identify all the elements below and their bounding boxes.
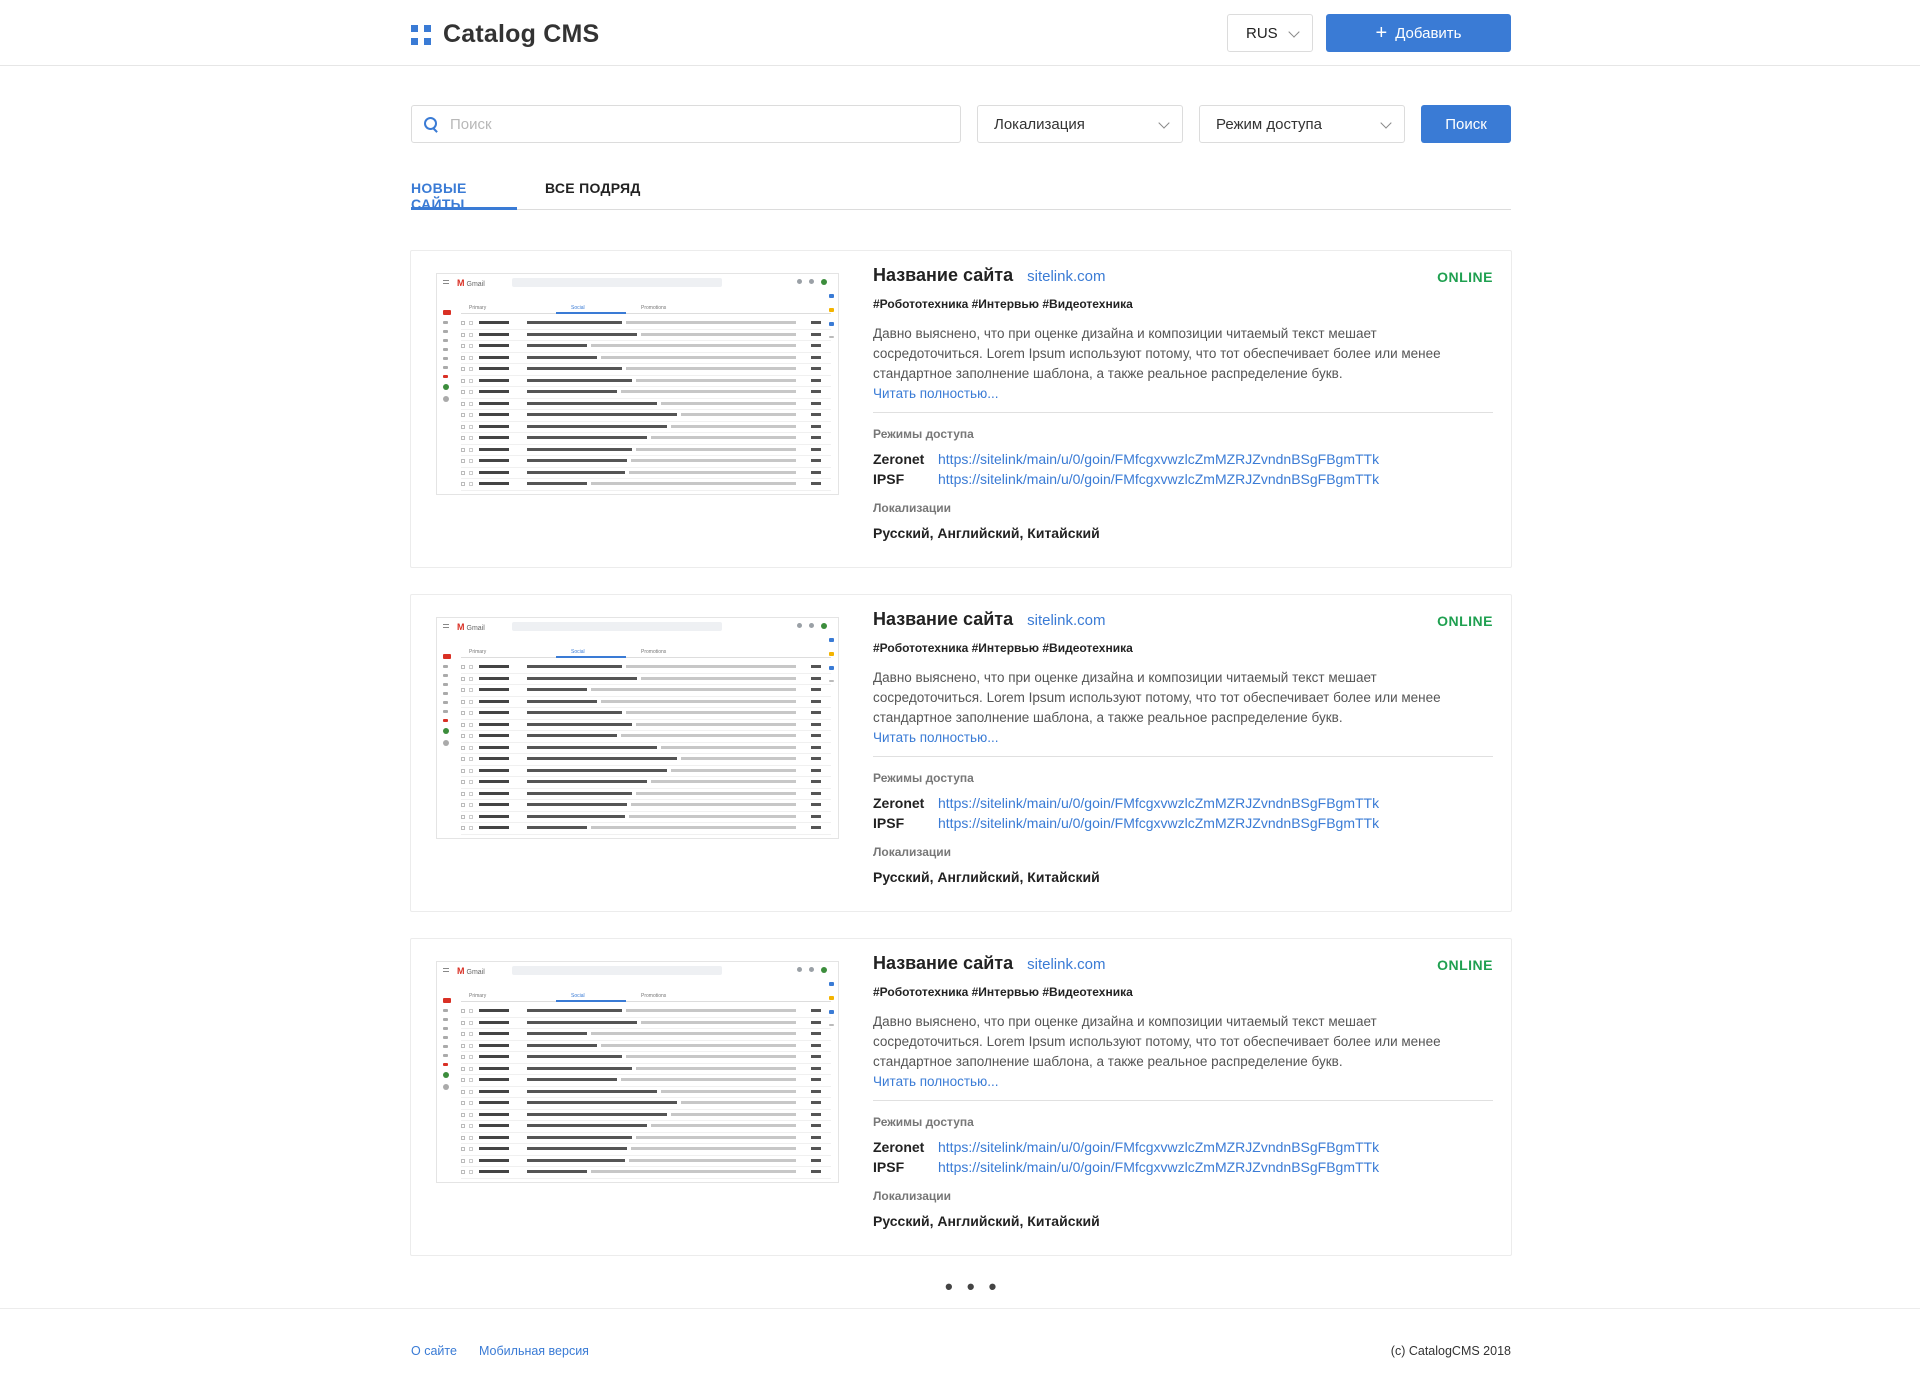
site-link[interactable]: sitelink.com (1027, 612, 1105, 629)
site-tags[interactable]: #Робототехника #Интервью #Видеотехника (873, 297, 1493, 311)
site-description: Давно выяснено, что при оценке дизайна и… (873, 1014, 1441, 1069)
access-row-zeronet: Zeronet https://sitelink/main/u/0/goin/FM… (873, 795, 1493, 811)
access-url[interactable]: https://sitelink/main/u/0/goin/FMfcgxvwz… (938, 471, 1379, 487)
status-badge: ONLINE (1437, 613, 1493, 629)
site-card: M Gmail Primary Social Promotions Название са… (410, 938, 1512, 1256)
site-card: M Gmail Primary Social Promotions Название са… (410, 250, 1512, 568)
access-modes-label: Режимы доступа (873, 427, 974, 441)
site-tags[interactable]: #Робототехника #Интервью #Видеотехника (873, 985, 1493, 999)
language-value: RUS (1246, 24, 1278, 42)
status-badge: ONLINE (1437, 269, 1493, 285)
site-title[interactable]: Название сайта (873, 953, 1013, 974)
card-body: Название сайта sitelink.com ONLINE #Роботот… (873, 265, 1493, 541)
localizations-label: Локализации (873, 845, 952, 859)
logo[interactable]: Catalog CMS (411, 20, 599, 49)
site-description: Давно выяснено, что при оценке дизайна и… (873, 326, 1441, 381)
site-screenshot-thumbnail[interactable]: M Gmail Primary Social Promotions (436, 617, 839, 839)
access-row-ipsf: IPSF https://sitelink/main/u/0/goin/FMfcg… (873, 471, 1493, 487)
access-row-zeronet: Zeronet https://sitelink/main/u/0/goin/FM… (873, 1139, 1493, 1155)
search-icon (424, 117, 438, 131)
localization-select-label: Локализация (994, 115, 1085, 133)
logo-text: Catalog CMS (443, 20, 600, 48)
access-url[interactable]: https://sitelink/main/u/0/goin/FMfcgxvwz… (938, 451, 1379, 467)
site-description: Давно выяснено, что при оценке дизайна и… (873, 670, 1441, 725)
tab-bar: НОВЫЕ САЙТЫ ВСЕ ПОДРЯД (411, 178, 1511, 212)
search-button[interactable]: Поиск (1421, 105, 1511, 143)
copyright: (c) CatalogCMS 2018 (1390, 1344, 1511, 1358)
access-name: IPSF (873, 1159, 905, 1175)
access-name: IPSF (873, 815, 905, 831)
site-link[interactable]: sitelink.com (1027, 268, 1105, 285)
chevron-down-icon (1158, 117, 1170, 129)
access-row-zeronet: Zeronet https://sitelink/main/u/0/goin/FM… (873, 451, 1493, 467)
card-title-row: Название сайта sitelink.com ONLINE (873, 609, 1493, 637)
divider (873, 756, 1493, 757)
access-mode-select-label: Режим доступа (1216, 115, 1323, 133)
language-select[interactable]: RUS (1227, 14, 1313, 52)
site-screenshot-thumbnail[interactable]: M Gmail Primary Social Promotions (436, 273, 839, 495)
localizations-label: Локализации (873, 501, 952, 515)
chevron-down-icon (1288, 26, 1300, 38)
footer-link-about[interactable]: О сайте (411, 1344, 457, 1358)
chevron-down-icon (1380, 117, 1392, 129)
access-name: Zeronet (873, 1139, 925, 1155)
footer-link-mobile[interactable]: Мобильная версия (479, 1344, 589, 1358)
access-url[interactable]: https://sitelink/main/u/0/goin/FMfcgxvwz… (938, 815, 1379, 831)
localization-select[interactable]: Локализация (977, 105, 1183, 143)
localizations-label: Локализации (873, 1189, 952, 1203)
add-button-label: Добавить (1395, 24, 1462, 42)
access-modes-label: Режимы доступа (873, 1115, 974, 1129)
tab-all[interactable]: ВСЕ ПОДРЯД (545, 180, 641, 210)
access-url[interactable]: https://sitelink/main/u/0/goin/FMfcgxvwz… (938, 1139, 1379, 1155)
access-url[interactable]: https://sitelink/main/u/0/goin/FMfcgxvwz… (938, 1159, 1379, 1175)
card-title-row: Название сайта sitelink.com ONLINE (873, 953, 1493, 981)
access-row-ipsf: IPSF https://sitelink/main/u/0/goin/FMfcg… (873, 1159, 1493, 1175)
access-row-ipsf: IPSF https://sitelink/main/u/0/goin/FMfcg… (873, 815, 1493, 831)
site-screenshot-thumbnail[interactable]: M Gmail Primary Social Promotions (436, 961, 839, 1183)
read-more-link[interactable]: Читать полностью... (873, 1072, 1493, 1092)
card-body: Название сайта sitelink.com ONLINE #Роботот… (873, 609, 1493, 885)
site-languages: Русский, Английский, Китайский (873, 869, 1100, 885)
read-more-link[interactable]: Читать полностью... (873, 384, 1493, 404)
site-languages: Русский, Английский, Китайский (873, 525, 1100, 541)
read-more-link[interactable]: Читать полностью... (873, 728, 1493, 748)
search-input[interactable] (450, 115, 960, 133)
access-name: Zeronet (873, 451, 925, 467)
site-languages: Русский, Английский, Китайский (873, 1213, 1100, 1229)
more-dots[interactable]: • • • (945, 1274, 1000, 1300)
access-url[interactable]: https://sitelink/main/u/0/goin/FMfcgxvwz… (938, 795, 1379, 811)
access-mode-select[interactable]: Режим доступа (1199, 105, 1405, 143)
status-badge: ONLINE (1437, 957, 1493, 973)
top-header: Catalog CMS RUS + Добавить (0, 0, 1920, 66)
search-box (411, 105, 961, 143)
site-tags[interactable]: #Робототехника #Интервью #Видеотехника (873, 641, 1493, 655)
site-title[interactable]: Название сайта (873, 265, 1013, 286)
footer: О сайте Мобильная версия (c) CatalogCMS … (0, 1308, 1920, 1378)
tab-new-sites[interactable]: НОВЫЕ САЙТЫ (411, 180, 517, 212)
access-modes-label: Режимы доступа (873, 771, 974, 785)
card-body: Название сайта sitelink.com ONLINE #Роботот… (873, 953, 1493, 1229)
grid-dots-icon (411, 24, 431, 45)
site-link[interactable]: sitelink.com (1027, 956, 1105, 973)
card-title-row: Название сайта sitelink.com ONLINE (873, 265, 1493, 293)
plus-icon: + (1375, 22, 1388, 44)
site-card: M Gmail Primary Social Promotions Название са… (410, 594, 1512, 912)
add-button[interactable]: + Добавить (1326, 14, 1511, 52)
divider (873, 412, 1493, 413)
divider (873, 1100, 1493, 1101)
access-name: Zeronet (873, 795, 925, 811)
access-name: IPSF (873, 471, 905, 487)
site-title[interactable]: Название сайта (873, 609, 1013, 630)
